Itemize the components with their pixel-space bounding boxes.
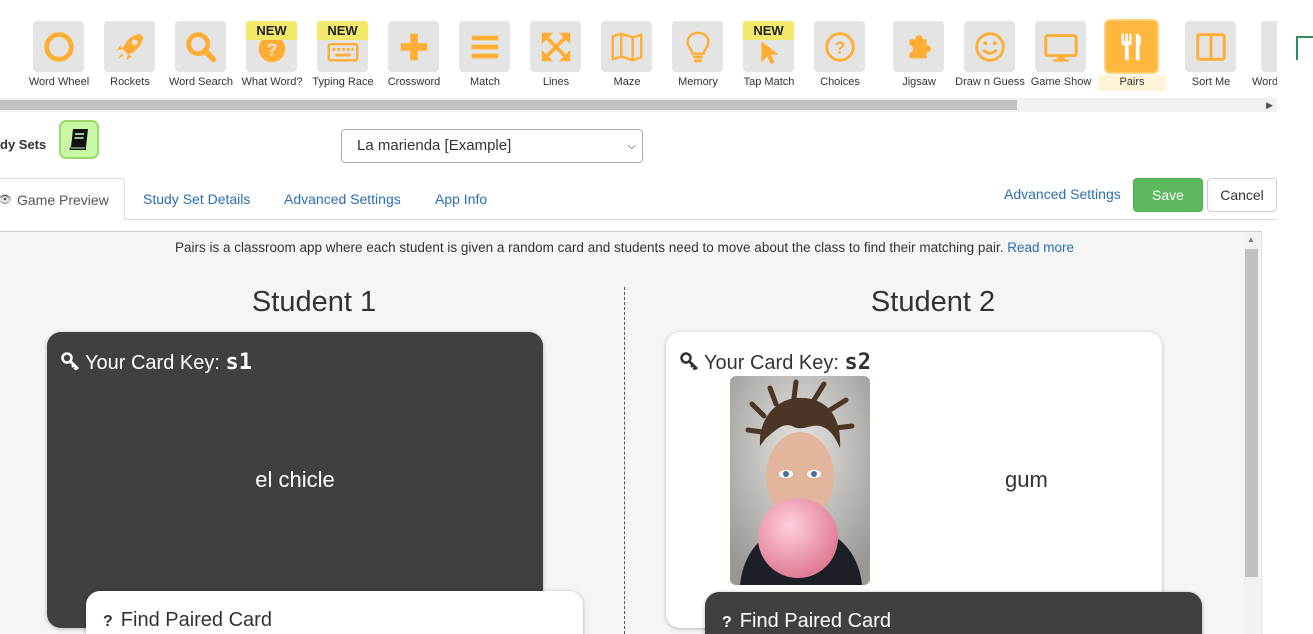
app-word-wheel[interactable]: Word Wheel — [23, 18, 95, 92]
app-maze[interactable]: Maze — [591, 18, 663, 92]
card-key-value: s1 — [225, 350, 252, 375]
preview-scrollbar[interactable]: ▲ — [1244, 233, 1259, 634]
app-label: Choices — [820, 76, 860, 88]
card-key-value: s2 — [844, 350, 871, 375]
app-game-show[interactable]: Game Show — [1025, 18, 1097, 92]
card-key: Your Card Key: s2 — [680, 350, 871, 375]
new-badge: NEW — [743, 21, 794, 40]
circle-icon — [33, 21, 84, 72]
rocket-icon — [104, 21, 155, 72]
study-set-selected: La marienda [Example] — [357, 137, 512, 154]
card-key-label: Your Card Key: — [85, 352, 220, 374]
columns-icon — [1185, 21, 1236, 72]
save-button[interactable]: Save — [1133, 178, 1203, 212]
card-key-label: Your Card Key: — [704, 352, 839, 374]
student-1-card: Your Card Key: s1 el chicle — [47, 332, 543, 628]
side-panel-border — [1296, 36, 1313, 60]
app-tap-match[interactable]: NEW Tap Match — [733, 18, 805, 92]
app-what-word[interactable]: NEW ? What Word? — [236, 18, 308, 92]
card-text: gum — [1005, 467, 1048, 492]
lightbulb-icon — [672, 21, 723, 72]
tab-study-set-details[interactable]: Study Set Details — [143, 178, 250, 220]
svg-text:?: ? — [834, 38, 844, 57]
tab-app-info[interactable]: App Info — [435, 178, 487, 220]
app-lines[interactable]: Lines — [520, 18, 592, 92]
read-more-link[interactable]: Read more — [1007, 240, 1074, 255]
app-word-search[interactable]: Word Search — [165, 18, 237, 92]
bars-icon — [459, 21, 510, 72]
app-word-partial[interactable]: Word — [1246, 18, 1277, 92]
side-panel-top: eck — [1290, 0, 1313, 36]
key-icon — [61, 352, 79, 371]
app-label: Pairs — [1119, 76, 1145, 88]
plus-icon — [388, 21, 439, 72]
tab-game-preview[interactable]: 👁 Game Preview — [0, 178, 125, 220]
svg-text:?: ? — [266, 40, 276, 59]
question-icon: ? — [103, 613, 113, 630]
student-divider — [624, 287, 625, 634]
app-toolbar: Word Wheel Rockets Word Search NEW ? Wha… — [0, 0, 1277, 98]
study-sets-button[interactable] — [59, 120, 99, 159]
app-typing-race[interactable]: NEW Typing Race — [307, 18, 379, 92]
toolbar-scrollbar[interactable]: ▶ — [0, 98, 1277, 112]
app-match[interactable]: Match — [449, 18, 521, 92]
question-icon: ? — [722, 614, 732, 631]
find-label: Find Paired Card — [739, 610, 891, 632]
book-icon — [69, 128, 88, 150]
description-text: Pairs is a classroom app where each stud… — [174, 240, 1004, 255]
app-pairs[interactable]: Pairs — [1096, 18, 1168, 92]
app-choices[interactable]: ? Choices — [804, 18, 876, 92]
map-icon — [601, 21, 652, 72]
expand-arrows-icon — [530, 21, 581, 72]
app-draw-n-guess[interactable]: Draw n Guess — [954, 18, 1026, 92]
cutlery-icon — [1106, 21, 1157, 72]
scrollbar-thumb[interactable] — [0, 100, 1017, 110]
app-description: Pairs is a classroom app where each stud… — [0, 240, 1249, 255]
app-crossword[interactable]: Crossword — [378, 18, 450, 92]
app-sort-me[interactable]: Sort Me — [1175, 18, 1247, 92]
tab-advanced-settings[interactable]: Advanced Settings — [284, 178, 401, 220]
advanced-settings-link[interactable]: Advanced Settings — [1004, 186, 1121, 202]
student-2-find-paired-card[interactable]: ? Find Paired Card — [705, 592, 1202, 634]
student-2-title: Student 2 — [870, 286, 996, 318]
side-panel — [1290, 36, 1313, 634]
tab-label: Study Set Details — [143, 191, 251, 207]
app-jigsaw[interactable]: Jigsaw — [883, 18, 955, 92]
chevron-down-icon: ⌵ — [627, 140, 636, 152]
student-1-find-paired-card[interactable]: ? Find Paired Card — [86, 591, 583, 634]
question-circle-outline-icon: ? — [814, 21, 865, 72]
app-label: Word — [1252, 76, 1277, 88]
search-icon — [175, 21, 226, 72]
card-text: el chicle — [255, 467, 335, 492]
new-badge: NEW — [246, 21, 297, 40]
partial-icon — [1261, 21, 1277, 72]
scrollbar-thumb[interactable] — [1245, 249, 1258, 577]
puzzle-icon — [893, 21, 944, 72]
new-badge: NEW — [317, 21, 368, 40]
tab-label: Game Preview — [17, 192, 109, 208]
app-rockets[interactable]: Rockets — [94, 18, 166, 92]
scroll-right-icon[interactable]: ▶ — [1266, 98, 1273, 112]
study-set-select[interactable]: La marienda [Example] ⌵ — [341, 129, 643, 163]
tab-label: App Info — [435, 191, 488, 207]
monitor-icon — [1035, 21, 1086, 72]
app-label: Sort Me — [1191, 76, 1231, 88]
find-label: Find Paired Card — [120, 609, 272, 631]
card-key: Your Card Key: s1 — [61, 350, 252, 375]
tab-label: Advanced Settings — [284, 191, 401, 207]
cancel-button[interactable]: Cancel — [1207, 178, 1277, 212]
eye-icon: 👁 — [0, 194, 12, 206]
smiley-icon — [964, 21, 1015, 72]
app-memory[interactable]: Memory — [662, 18, 734, 92]
page: eck Word Wheel Rockets Word Search NEW ? — [0, 0, 1313, 634]
student-1-title: Student 1 — [251, 286, 377, 318]
boy-bubble-gum-photo — [730, 376, 870, 585]
key-icon — [680, 352, 698, 371]
study-sets-label: dy Sets — [0, 137, 47, 152]
